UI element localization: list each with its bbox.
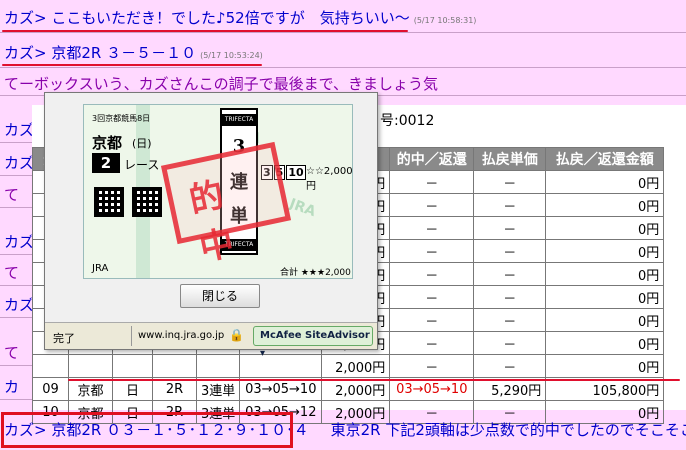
column-header: 的中／返還 — [389, 147, 475, 171]
ticket-race-number: 2 — [92, 153, 120, 173]
payout-cell: 0円 — [545, 354, 665, 378]
status-divider — [131, 326, 132, 346]
post-message: ーボックスいう、カズさんこの調子で最後まで、きましょう気 — [19, 75, 438, 93]
payout-cell: 0円 — [545, 193, 665, 217]
hit-cell: － — [389, 262, 475, 286]
ticket-popup-window: JRA JRA 3回京都競馬8日 京都 (日) 2 レース TRIFECTA 3… — [44, 92, 378, 359]
stamp-text: 的中 — [185, 172, 250, 270]
message-board: カズ> ここもいただき！でした♪52倍ですが 気持ちいい～ (5/17 10:58… — [0, 0, 686, 450]
post-timestamp: (5/17 10:58:31) — [413, 16, 477, 25]
ticket-jra: JRA — [92, 263, 109, 274]
hit-stamp: 的中 — [160, 141, 292, 269]
hit-cell: － — [389, 239, 475, 263]
hit-cell: － — [389, 308, 475, 332]
post-message: 京都2R ３－５－１０ — [46, 44, 197, 62]
post-user[interactable]: カ — [4, 378, 19, 396]
payout-cell: 0円 — [545, 239, 665, 263]
unit-cell: － — [473, 170, 547, 194]
payout-cell: 0円 — [545, 170, 665, 194]
siteadvisor-button[interactable]: McAfee SiteAdvisor ▾ — [253, 326, 373, 359]
ticket-venue: 京都 — [92, 134, 123, 152]
post-1: カズ> ここもいただき！でした♪52倍ですが 気持ちいい～ (5/17 10:58… — [0, 3, 686, 33]
ticket-total: 合計 ★★★2,000円 — [280, 268, 351, 278]
post-user[interactable]: て — [4, 344, 19, 362]
hit-cell: － — [389, 285, 475, 309]
hit-cell: － — [389, 216, 475, 240]
highlight-underline — [68, 379, 680, 381]
close-button[interactable]: 閉じる — [180, 284, 260, 308]
unit-cell: － — [473, 262, 547, 286]
status-bar: 完了 www.inq.jra.go.jp 🔒 McAfee SiteAdviso… — [45, 322, 377, 359]
unit-cell: － — [473, 285, 547, 309]
unit-cell: － — [473, 331, 547, 355]
post-message-extra: 東京2R 下記2頭軸は少点数で的中でしたのでそこそこ — [330, 421, 686, 439]
row-number: 09 — [32, 377, 69, 401]
unit-cell: － — [473, 239, 547, 263]
highlight-underline — [2, 64, 262, 66]
betting-ticket-image: JRA JRA 3回京都競馬8日 京都 (日) 2 レース TRIFECTA 3… — [83, 104, 353, 279]
receipt-number: 号:0012 — [380, 113, 435, 129]
highlight-underline — [2, 30, 408, 32]
post-user[interactable]: て — [4, 264, 19, 282]
post-user[interactable]: て — [4, 75, 19, 93]
meeting-info: 3回京都競馬8日 — [92, 114, 151, 123]
unit-cell: － — [473, 193, 547, 217]
qr-code-icon — [132, 187, 162, 217]
post-user[interactable]: カズ> — [4, 44, 47, 62]
post-user[interactable]: カズ> — [4, 9, 47, 27]
highlight-box — [1, 412, 293, 448]
hit-cell: － — [389, 170, 475, 194]
hit-cell: － — [389, 193, 475, 217]
post-user[interactable]: カズ — [4, 233, 34, 251]
post-user[interactable]: カズ — [4, 154, 34, 172]
payout-cell: 0円 — [545, 331, 665, 355]
table-row: 2,000円－－0円 — [32, 354, 665, 378]
ticket-amount: ☆☆2,000円 — [306, 166, 353, 192]
qr-code-icon — [94, 187, 124, 217]
lock-icon: 🔒 — [229, 328, 244, 342]
status-done: 完了 — [53, 332, 75, 345]
amount-cell: 2,000円 — [321, 354, 391, 378]
status-url: www.inq.jra.go.jp — [138, 330, 225, 341]
unit-cell: － — [473, 308, 547, 332]
pick-number: 10 — [286, 165, 306, 180]
post-timestamp: (5/17 10:53:24) — [200, 51, 263, 60]
unit-cell: － — [473, 354, 547, 378]
ticket-race-label: レース — [124, 158, 160, 172]
post-user[interactable]: カズ — [4, 296, 34, 314]
ticket-day: (日) — [132, 137, 152, 150]
payout-cell: 0円 — [545, 262, 665, 286]
payout-cell: 0円 — [545, 285, 665, 309]
column-header: 払戻／返還金額 — [545, 147, 665, 171]
hit-cell: － — [389, 354, 475, 378]
post-user[interactable]: て — [4, 186, 19, 204]
post-user[interactable]: カズ — [4, 121, 34, 139]
post-message: ここもいただき！でした♪52倍ですが 気持ちいい～ — [46, 9, 410, 27]
jra-watermark: JRA — [287, 195, 318, 221]
payout-cell: 0円 — [545, 216, 665, 240]
hit-cell: － — [389, 331, 475, 355]
payout-cell: 0円 — [545, 308, 665, 332]
trifecta-label: TRIFECTA — [222, 114, 256, 126]
unit-cell: － — [473, 216, 547, 240]
column-header: 払戻単価 — [473, 147, 547, 171]
